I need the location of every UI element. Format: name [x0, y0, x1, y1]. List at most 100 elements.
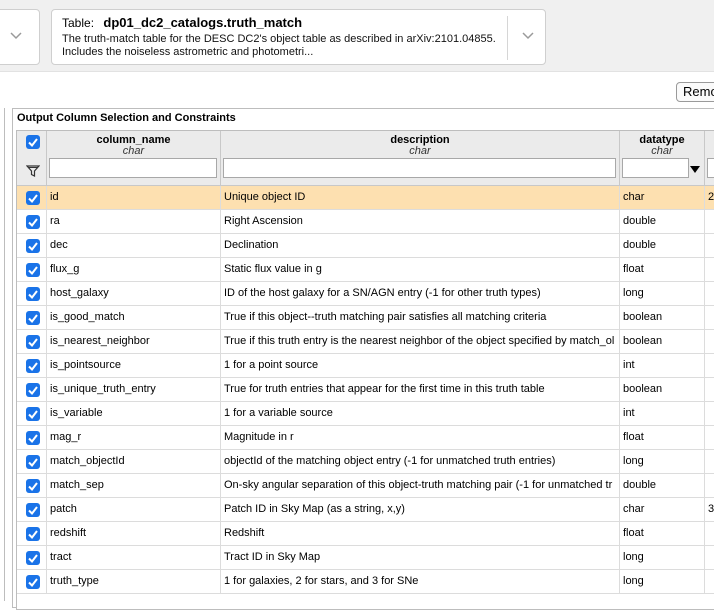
description-cell: Static flux value in g	[221, 258, 620, 282]
schema-select[interactable]	[0, 9, 40, 65]
row-checkbox[interactable]	[26, 335, 40, 349]
row-select-cell	[17, 450, 47, 474]
column-name-filter-input[interactable]	[49, 158, 217, 178]
column-name-cell: tract	[47, 546, 221, 570]
table-name: dp01_dc2_catalogs.truth_match	[103, 15, 303, 30]
table-row[interactable]: flux_g Static flux value in g float	[17, 258, 714, 282]
row-checkbox[interactable]	[26, 407, 40, 421]
table-select[interactable]: Table: dp01_dc2_catalogs.truth_match The…	[51, 9, 546, 65]
row-select-cell	[17, 306, 47, 330]
select-separator	[507, 16, 508, 60]
row-select-cell	[17, 330, 47, 354]
description-cell: 1 for galaxies, 2 for stars, and 3 for S…	[221, 570, 620, 594]
extra-cell	[705, 546, 714, 570]
row-checkbox[interactable]	[26, 191, 40, 205]
row-checkbox[interactable]	[26, 239, 40, 253]
table-row[interactable]: is_good_match True if this object--truth …	[17, 306, 714, 330]
datatype-cell: char	[620, 498, 705, 522]
header-type: char	[409, 145, 431, 157]
checkmark-icon	[28, 506, 38, 516]
datatype-cell: float	[620, 426, 705, 450]
row-checkbox[interactable]	[26, 455, 40, 469]
checkmark-icon	[28, 290, 38, 300]
table-row[interactable]: is_unique_truth_entry True for truth entr…	[17, 378, 714, 402]
row-checkbox[interactable]	[26, 479, 40, 493]
table-header: column_name char description char dataty…	[17, 131, 714, 186]
checkmark-icon	[28, 482, 38, 492]
datatype-cell: long	[620, 546, 705, 570]
column-name-cell: host_galaxy	[47, 282, 221, 306]
table-row[interactable]: is_pointsource 1 for a point source int	[17, 354, 714, 378]
row-checkbox[interactable]	[26, 527, 40, 541]
table-row[interactable]: host_galaxy ID of the host galaxy for a S…	[17, 282, 714, 306]
extra-filter-input[interactable]	[707, 158, 714, 178]
header-datatype[interactable]: datatype char	[620, 131, 705, 186]
table-row[interactable]: ra Right Ascension double	[17, 210, 714, 234]
description-cell: On-sky angular separation of this object…	[221, 474, 620, 498]
extra-cell	[705, 210, 714, 234]
row-select-cell	[17, 234, 47, 258]
columns-table: column_name char description char dataty…	[16, 130, 714, 610]
remove-button[interactable]: Remo	[676, 82, 714, 102]
table-row[interactable]: is_nearest_neighbor True if this truth en…	[17, 330, 714, 354]
extra-cell	[705, 234, 714, 258]
column-name-cell: patch	[47, 498, 221, 522]
description-filter-input[interactable]	[223, 158, 616, 178]
table-row[interactable]: tract Tract ID in Sky Map long	[17, 546, 714, 570]
select-all-checkbox[interactable]	[26, 135, 40, 149]
table-row[interactable]: redshift Redshift float	[17, 522, 714, 546]
table-row[interactable]: idUnique object IDchar20	[17, 186, 714, 210]
datatype-cell: long	[620, 282, 705, 306]
datatype-filter-select[interactable]	[622, 158, 689, 178]
checkmark-icon	[28, 194, 38, 204]
column-name-cell: match_sep	[47, 474, 221, 498]
row-select-cell	[17, 474, 47, 498]
row-checkbox[interactable]	[26, 383, 40, 397]
row-checkbox[interactable]	[26, 359, 40, 373]
extra-cell	[705, 258, 714, 282]
checkmark-icon	[28, 138, 38, 148]
checkmark-icon	[28, 554, 38, 564]
header-extra	[705, 131, 714, 186]
extra-cell: 3	[705, 498, 714, 522]
filter-icon[interactable]	[26, 164, 40, 178]
checkmark-icon	[28, 578, 38, 588]
dropdown-arrow-icon[interactable]	[690, 166, 700, 173]
table-row[interactable]: match_objectId objectId of the matching o…	[17, 450, 714, 474]
description-cell: Redshift	[221, 522, 620, 546]
checkmark-icon	[28, 218, 38, 228]
checkmark-icon	[28, 434, 38, 444]
header-column-name[interactable]: column_name char	[47, 131, 221, 186]
table-row[interactable]: match_sep On-sky angular separation of th…	[17, 474, 714, 498]
description-cell: Unique object ID	[221, 186, 620, 210]
table-row[interactable]: truth_type 1 for galaxies, 2 for stars, a…	[17, 570, 714, 594]
row-checkbox[interactable]	[26, 503, 40, 517]
row-checkbox[interactable]	[26, 431, 40, 445]
description-cell: ID of the host galaxy for a SN/AGN entry…	[221, 282, 620, 306]
datatype-cell: int	[620, 354, 705, 378]
header-description[interactable]: description char	[221, 131, 620, 186]
extra-cell	[705, 450, 714, 474]
table-row[interactable]: mag_r Magnitude in r float	[17, 426, 714, 450]
extra-cell	[705, 402, 714, 426]
description-cell: 1 for a variable source	[221, 402, 620, 426]
datatype-cell: long	[620, 450, 705, 474]
row-checkbox[interactable]	[26, 551, 40, 565]
table-row[interactable]: patch Patch ID in Sky Map (as a string, x…	[17, 498, 714, 522]
column-name-cell: is_pointsource	[47, 354, 221, 378]
row-checkbox[interactable]	[26, 575, 40, 589]
row-checkbox[interactable]	[26, 215, 40, 229]
extra-cell	[705, 570, 714, 594]
table-row[interactable]: dec Declination double	[17, 234, 714, 258]
row-checkbox[interactable]	[26, 311, 40, 325]
row-checkbox[interactable]	[26, 287, 40, 301]
column-name-cell: id	[47, 186, 221, 210]
extra-cell	[705, 378, 714, 402]
extra-cell	[705, 354, 714, 378]
table-row[interactable]: is_variable 1 for a variable source int	[17, 402, 714, 426]
row-select-cell	[17, 282, 47, 306]
description-cell: True if this truth entry is the nearest …	[221, 330, 620, 354]
row-checkbox[interactable]	[26, 263, 40, 277]
table-select-title: Table: dp01_dc2_catalogs.truth_match	[62, 15, 302, 30]
table-description: The truth-match table for the DESC DC2's…	[62, 33, 496, 58]
